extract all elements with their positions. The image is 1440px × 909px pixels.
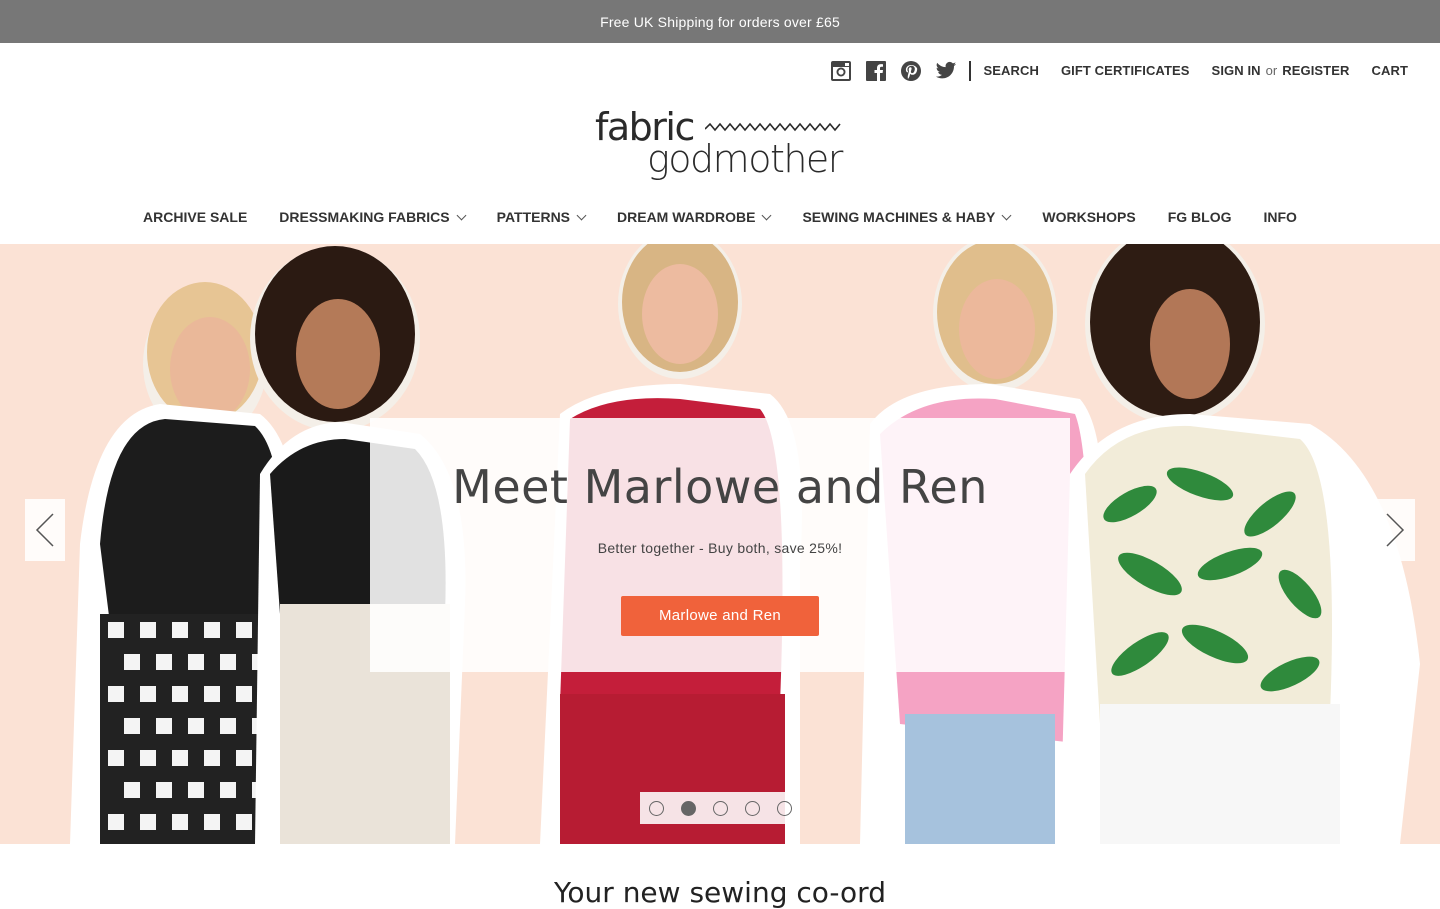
chevron-right-icon xyxy=(1386,513,1405,547)
zigzag-logo-icon xyxy=(705,122,841,132)
nav-label: ARCHIVE SALE xyxy=(143,209,248,225)
top-utility-bar: SEARCH GIFT CERTIFICATES SIGN IN or REGI… xyxy=(0,43,1440,95)
hero-cta-button[interactable]: Marlowe and Ren xyxy=(621,596,819,636)
hero-carousel: Meet Marlowe and Ren Better together - B… xyxy=(0,244,1440,844)
utility-nav: SEARCH GIFT CERTIFICATES SIGN IN or REGI… xyxy=(829,59,1408,82)
chevron-down-icon xyxy=(762,210,772,220)
main-navigation: ARCHIVE SALE DRESSMAKING FABRICS PATTERN… xyxy=(0,205,1440,229)
nav-dream-wardrobe[interactable]: DREAM WARDROBE xyxy=(617,205,772,229)
nav-label: PATTERNS xyxy=(496,209,571,225)
chevron-down-icon xyxy=(576,210,587,220)
social-links xyxy=(829,59,957,82)
search-link[interactable]: SEARCH xyxy=(983,63,1039,78)
chevron-down-icon xyxy=(1001,210,1012,220)
nav-dressmaking-fabrics[interactable]: DRESSMAKING FABRICS xyxy=(279,205,467,229)
or-text: or xyxy=(1265,63,1278,78)
carousel-dot-5[interactable] xyxy=(776,800,792,816)
nav-info[interactable]: INFO xyxy=(1264,205,1297,229)
carousel-dot-1[interactable] xyxy=(648,800,664,816)
pinterest-icon[interactable] xyxy=(899,59,922,82)
nav-label: DRESSMAKING FABRICS xyxy=(279,209,450,225)
carousel-pagination xyxy=(640,792,800,824)
carousel-dot-3[interactable] xyxy=(712,800,728,816)
site-logo[interactable]: fabric godmother xyxy=(0,105,1440,183)
chevron-down-icon xyxy=(456,210,467,220)
instagram-icon[interactable] xyxy=(829,59,852,82)
facebook-icon[interactable] xyxy=(864,59,887,82)
nav-label: FG BLOG xyxy=(1167,209,1232,225)
nav-fg-blog[interactable]: FG BLOG xyxy=(1168,205,1232,229)
nav-label: INFO xyxy=(1263,209,1297,225)
carousel-prev-button[interactable] xyxy=(25,499,65,561)
nav-workshops[interactable]: WORKSHOPS xyxy=(1042,205,1135,229)
announcement-bar: Free UK Shipping for orders over £65 xyxy=(0,0,1440,43)
nav-sewing-machines[interactable]: SEWING MACHINES & HABY xyxy=(802,205,1012,229)
logo-text-godmother: godmother xyxy=(647,137,843,181)
carousel-next-button[interactable] xyxy=(1375,499,1415,561)
nav-patterns[interactable]: PATTERNS xyxy=(496,205,587,229)
announcement-text: Free UK Shipping for orders over £65 xyxy=(600,13,840,30)
sign-in-link[interactable]: SIGN IN xyxy=(1212,63,1261,78)
hero-subtitle: Better together - Buy both, save 25%! xyxy=(597,540,843,556)
nav-archive-sale[interactable]: ARCHIVE SALE xyxy=(143,205,247,229)
chevron-left-icon xyxy=(35,513,54,547)
carousel-dot-4[interactable] xyxy=(744,800,760,816)
section-heading: Your new sewing co-ord xyxy=(554,876,886,909)
nav-label: DREAM WARDROBE xyxy=(617,209,756,225)
register-link[interactable]: REGISTER xyxy=(1282,63,1349,78)
cart-link[interactable]: CART xyxy=(1371,63,1408,78)
hero-caption: Meet Marlowe and Ren Better together - B… xyxy=(370,418,1070,672)
nav-label: WORKSHOPS xyxy=(1042,209,1136,225)
hero-title: Meet Marlowe and Ren xyxy=(452,460,988,514)
gift-certificates-link[interactable]: GIFT CERTIFICATES xyxy=(1061,63,1190,78)
divider xyxy=(969,60,972,81)
nav-label: SEWING MACHINES & HABY xyxy=(802,209,996,225)
carousel-dot-2[interactable] xyxy=(680,800,696,816)
twitter-icon[interactable] xyxy=(934,59,957,82)
section-heading-area: Your new sewing co-ord xyxy=(0,876,1440,909)
